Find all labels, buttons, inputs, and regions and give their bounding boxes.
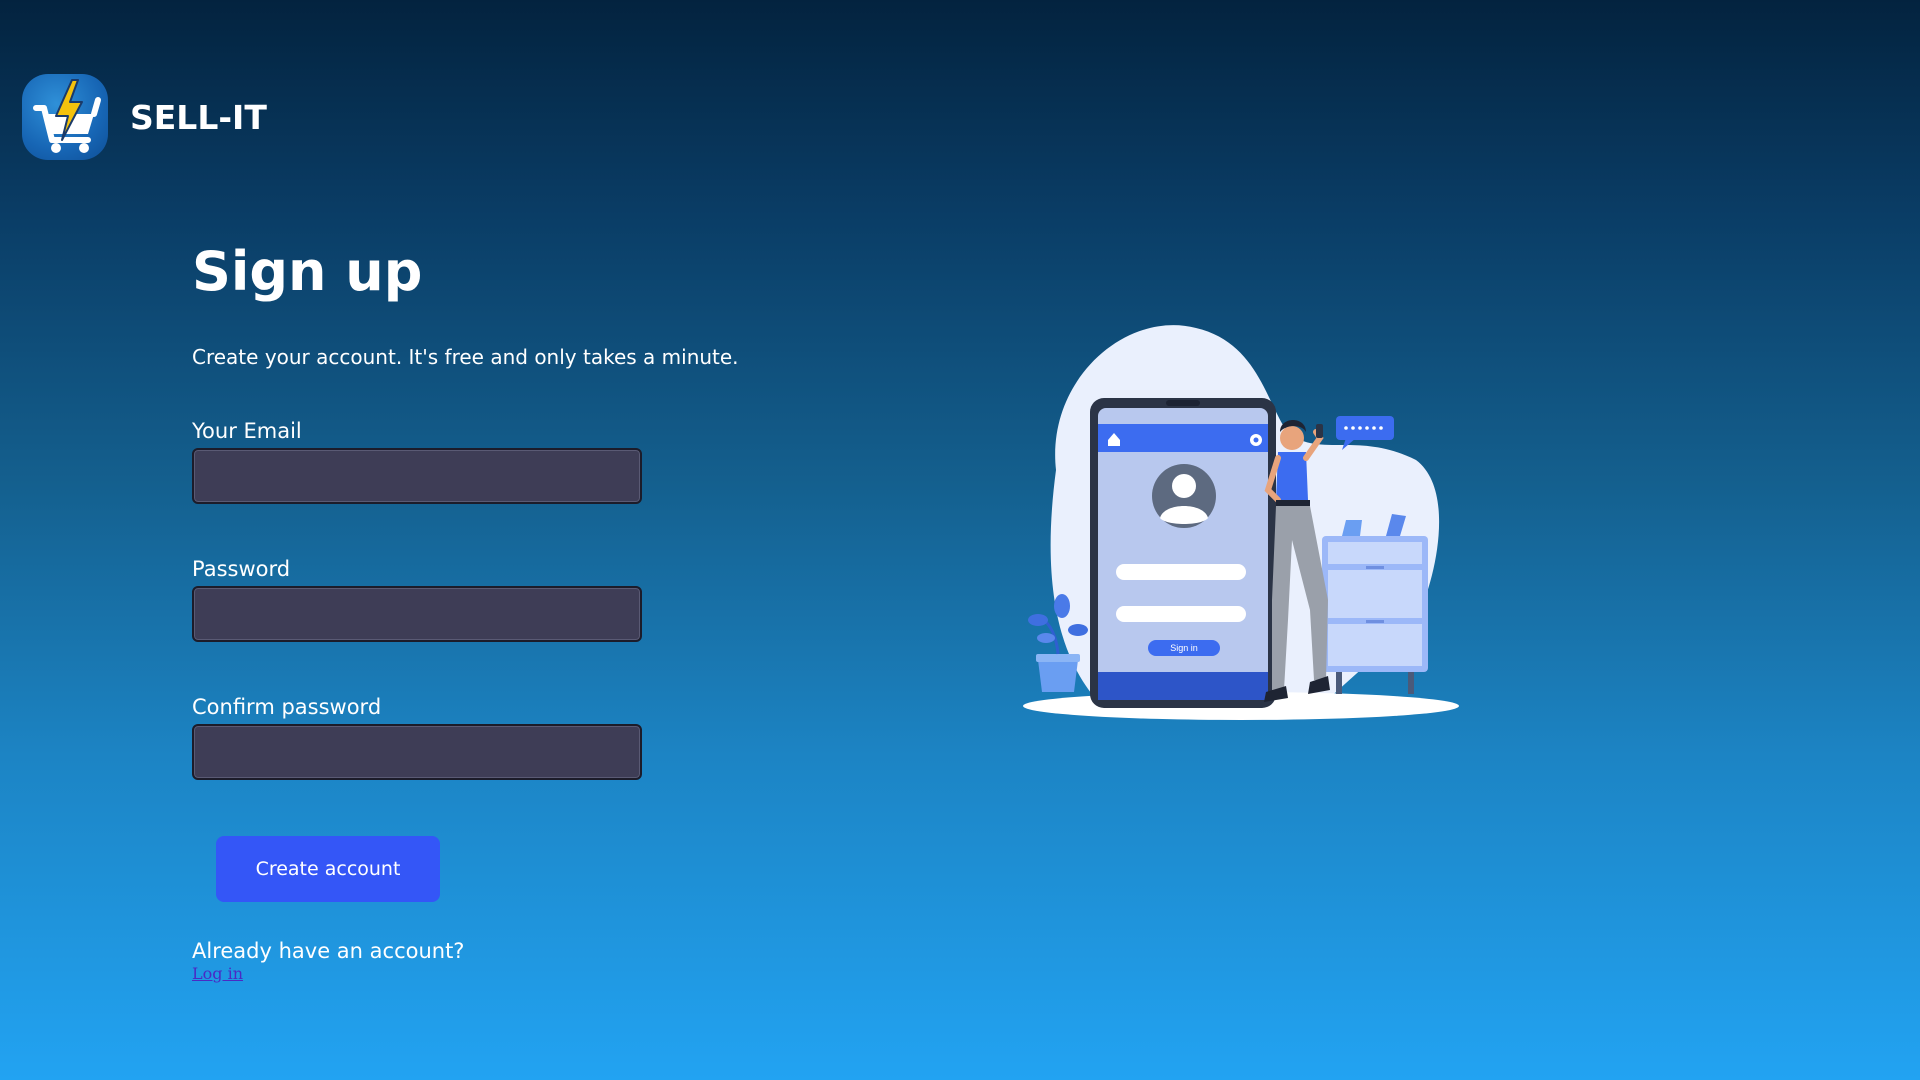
email-label: Your Email [192,419,302,443]
brand: SELL-IT [22,74,267,160]
confirm-password-label: Confirm password [192,695,382,719]
cabinet-illustration [1322,514,1428,694]
signup-form: Sign up Create your account. It's free a… [192,236,812,983]
login-link[interactable]: Log in [192,964,243,983]
create-account-button[interactable]: Create account [216,836,440,902]
confirm-password-field[interactable] [192,724,642,780]
password-field[interactable] [192,586,642,642]
speech-bubble-icon [1336,416,1394,450]
password-label: Password [192,557,291,581]
phone-illustration: Sign in [1090,398,1276,708]
page-title: Sign up [192,240,423,303]
already-have-account-text: Already have an account? [192,939,465,963]
illustration-signin-label: Sign in [1170,643,1198,653]
mobile-login-illustration: Sign in [1016,320,1466,734]
shopping-cart-lightning-icon [22,74,108,160]
brand-name: SELL-IT [130,97,267,137]
email-field[interactable] [192,448,642,504]
page-subtitle: Create your account. It's free and only … [192,345,739,369]
